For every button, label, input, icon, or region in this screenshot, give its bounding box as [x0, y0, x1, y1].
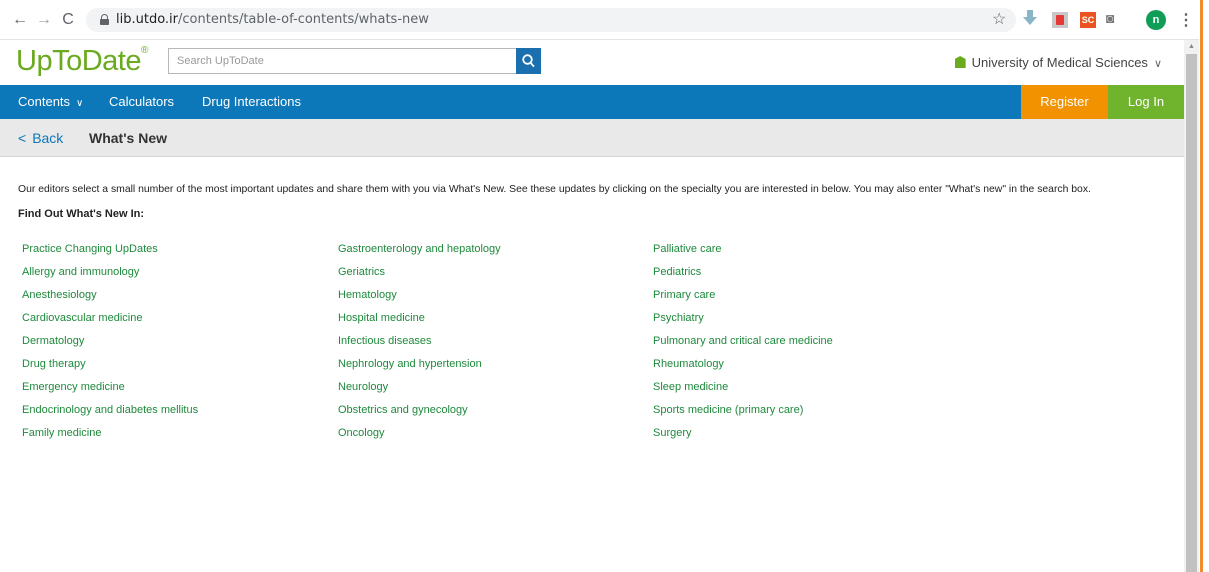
institution-name: University of Medical Sciences — [971, 55, 1148, 70]
specialty-link[interactable]: Sleep medicine — [653, 381, 833, 404]
url-text[interactable]: lib.utdo.ir/contents/table-of-contents/w… — [116, 12, 429, 27]
specialty-link[interactable]: Psychiatry — [653, 312, 833, 335]
specialty-link[interactable]: Obstetrics and gynecology — [338, 404, 501, 427]
chevron-left-icon: < — [18, 130, 27, 146]
specialty-link[interactable]: Practice Changing UpDates — [22, 243, 198, 266]
arrow-left-icon[interactable]: ← — [10, 10, 30, 30]
specialty-column-2: Gastroenterology and hepatology Geriatri… — [338, 243, 501, 450]
specialty-link[interactable]: Dermatology — [22, 335, 198, 358]
sc-extension-icon[interactable]: SC — [1080, 12, 1096, 28]
institution-selector[interactable]: University of Medical Sciences ∨ — [954, 55, 1162, 70]
site-header: UpToDate® University of Medical Sciences… — [0, 40, 1184, 85]
address-bar[interactable]: lib.utdo.ir/contents/table-of-contents/w… — [86, 8, 1016, 32]
search-box — [168, 48, 518, 74]
reload-icon[interactable]: C — [58, 10, 78, 30]
specialty-link[interactable]: Drug therapy — [22, 358, 198, 381]
specialty-link[interactable]: Geriatrics — [338, 266, 501, 289]
specialty-link[interactable]: Hematology — [338, 289, 501, 312]
nav-drug-interactions[interactable]: Drug Interactions — [202, 94, 301, 109]
scroll-up-arrow-icon[interactable]: ▲ — [1184, 40, 1199, 54]
specialty-link[interactable]: Gastroenterology and hepatology — [338, 243, 501, 266]
chevron-down-icon: ∨ — [76, 98, 84, 109]
pdf-extension-icon[interactable] — [1052, 12, 1068, 28]
specialty-link[interactable]: Infectious diseases — [338, 335, 501, 358]
register-button[interactable]: Register — [1021, 85, 1108, 119]
nav-calculators[interactable]: Calculators — [109, 94, 174, 109]
specialty-link[interactable]: Anesthesiology — [22, 289, 198, 312]
specialty-link[interactable]: Sports medicine (primary care) — [653, 404, 833, 427]
specialty-link[interactable]: Nephrology and hypertension — [338, 358, 501, 381]
logo-text: UpToDate — [16, 45, 141, 77]
search-icon — [522, 54, 535, 68]
url-host: lib.utdo.ir — [116, 12, 179, 27]
chevron-down-icon: ∨ — [1153, 58, 1162, 70]
specialty-link[interactable]: Rheumatology — [653, 358, 833, 381]
camera-extension-icon[interactable]: ◙ — [1106, 10, 1114, 28]
specialty-link[interactable]: Neurology — [338, 381, 501, 404]
arrow-right-icon[interactable]: → — [34, 10, 54, 30]
scrollbar-thumb[interactable] — [1186, 54, 1197, 572]
specialty-link[interactable]: Surgery — [653, 427, 833, 450]
main-nav: Contents ∨ Calculators Drug Interactions — [0, 85, 1184, 119]
specialty-link[interactable]: Hospital medicine — [338, 312, 501, 335]
specialty-link[interactable]: Palliative care — [653, 243, 833, 266]
specialty-link[interactable]: Cardiovascular medicine — [22, 312, 198, 335]
breadcrumb: < Back What's New — [0, 119, 1184, 157]
nav-contents[interactable]: Contents ∨ — [18, 94, 83, 109]
url-path: /contents/table-of-contents/whats-new — [178, 12, 429, 27]
uptodate-logo[interactable]: UpToDate® — [16, 45, 148, 78]
specialty-link[interactable]: Endocrinology and diabetes mellitus — [22, 404, 198, 427]
specialty-link[interactable]: Allergy and immunology — [22, 266, 198, 289]
search-button[interactable] — [516, 48, 541, 74]
search-input[interactable] — [169, 49, 499, 73]
nav-contents-label: Contents — [18, 94, 71, 109]
specialty-column-1: Practice Changing UpDates Allergy and im… — [22, 243, 198, 450]
more-menu-icon[interactable]: ⋮ — [1178, 10, 1194, 30]
star-icon[interactable]: ☆ — [992, 9, 1006, 28]
specialty-link[interactable]: Oncology — [338, 427, 501, 450]
profile-avatar[interactable]: n — [1146, 10, 1166, 30]
section-heading: Find Out What's New In: — [18, 208, 145, 220]
window-edge — [1199, 0, 1209, 572]
back-label: Back — [32, 130, 64, 146]
intro-text: Our editors select a small number of the… — [18, 184, 1091, 195]
page-title: What's New — [89, 130, 168, 146]
browser-toolbar: ← → C lib.utdo.ir/contents/table-of-cont… — [0, 0, 1209, 40]
institution-icon — [954, 56, 966, 68]
download-extension-icon[interactable] — [1023, 10, 1037, 28]
back-link[interactable]: < Back — [18, 130, 63, 146]
specialty-link[interactable]: Pediatrics — [653, 266, 833, 289]
login-button[interactable]: Log In — [1108, 85, 1184, 119]
specialty-link[interactable]: Family medicine — [22, 427, 198, 450]
specialty-link[interactable]: Emergency medicine — [22, 381, 198, 404]
logo-registered-mark: ® — [140, 45, 148, 57]
lock-icon — [100, 14, 109, 25]
specialty-link[interactable]: Primary care — [653, 289, 833, 312]
specialty-link[interactable]: Pulmonary and critical care medicine — [653, 335, 833, 358]
specialty-column-3: Palliative care Pediatrics Primary care … — [653, 243, 833, 450]
